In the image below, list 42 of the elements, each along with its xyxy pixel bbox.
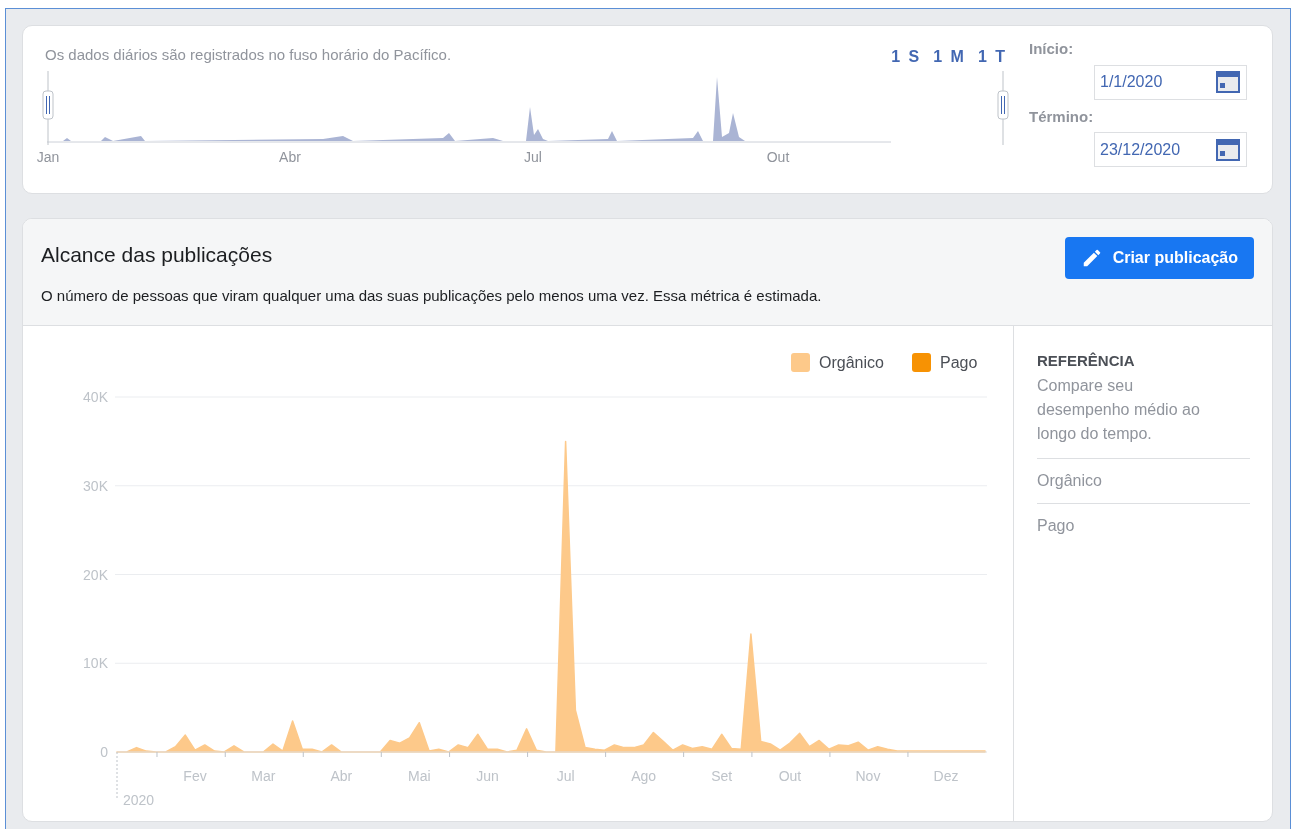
timezone-note: Os dados diários são registrados no fuso horário do Pacífico. xyxy=(45,45,452,65)
y-axis-label: 0 xyxy=(100,744,108,760)
y-axis-label: 40K xyxy=(83,389,108,405)
x-axis-label: Out xyxy=(778,768,802,784)
card-description: O número de pessoas que viram qualquer uma das suas publicações pelo menos uma vez. Essa métrica é estimada. xyxy=(41,285,822,306)
reference-option[interactable]: Orgânico xyxy=(1037,458,1250,504)
x-axis-label: Jul xyxy=(556,768,575,784)
x-axis-label: Dez xyxy=(933,768,959,784)
x-axis-label: Fev xyxy=(183,768,207,784)
y-axis-label: 30K xyxy=(83,477,108,494)
calendar-icon[interactable] xyxy=(1216,71,1240,93)
legend-label: Pago xyxy=(940,354,978,371)
create-post-button[interactable]: Criar publicação xyxy=(1064,237,1254,279)
reference-description: Compare seu desempenho médio ao longo do tempo. xyxy=(1037,373,1250,459)
axis-label: Out xyxy=(766,149,790,165)
start-date-label: Início: xyxy=(1029,39,1075,59)
reference-heading: REFERÊNCIA xyxy=(1037,351,1136,371)
year-label: 2020 xyxy=(123,792,155,808)
date-input-field[interactable]: 23/12/2020 xyxy=(1094,132,1247,167)
range-preset-button[interactable]: 1 T xyxy=(977,45,1007,69)
axis-label: Abr xyxy=(279,149,301,165)
end-date-label: Término: xyxy=(1029,106,1095,127)
axis-label: Jul xyxy=(524,149,542,165)
y-axis-label: 10K xyxy=(83,655,108,672)
x-axis-label: Mai xyxy=(408,768,431,784)
reference-option[interactable]: Pago xyxy=(1037,503,1250,548)
range-handle[interactable] xyxy=(42,70,54,146)
range-preset-button[interactable]: 1 M xyxy=(933,45,966,69)
x-axis-label: Abr xyxy=(330,768,353,784)
x-axis-label: Jun xyxy=(476,768,499,784)
axis-label: Jan xyxy=(36,149,60,165)
x-axis-label: Ago xyxy=(631,768,657,784)
legend-label: Orgânico xyxy=(819,354,884,371)
calendar-icon[interactable] xyxy=(1216,138,1240,161)
range-preset-button[interactable]: 1 S xyxy=(891,45,922,69)
y-axis-label: 20K xyxy=(83,566,108,583)
card-title: Alcance das publicações xyxy=(41,242,274,268)
date-input-field[interactable]: 1/1/2020 xyxy=(1094,64,1247,100)
range-handle[interactable] xyxy=(997,70,1009,146)
x-axis-label: Nov xyxy=(855,768,881,784)
x-axis-label: Set xyxy=(711,768,733,784)
x-axis-label: Mar xyxy=(251,768,276,784)
